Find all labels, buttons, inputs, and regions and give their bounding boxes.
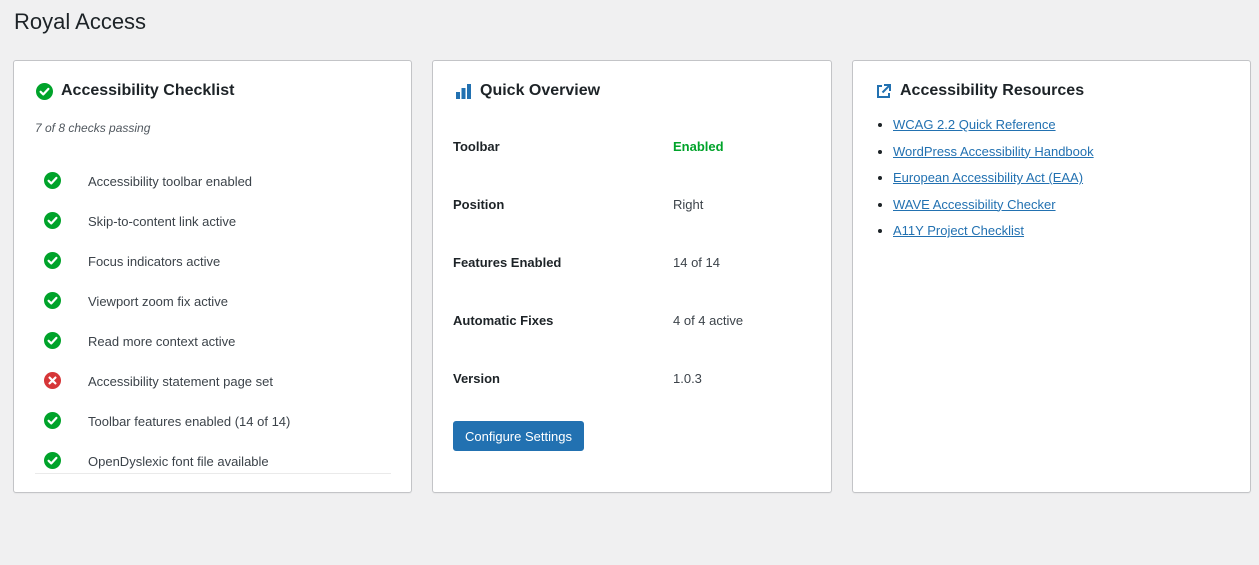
external-link-icon [875,83,892,100]
resource-list-item: WordPress Accessibility Handbook [893,144,1094,160]
checklist-item-label: Skip-to-content link active [88,213,237,229]
checklist-item: Toolbar features enabled (14 of 14) [14,401,411,441]
configure-settings-button[interactable]: Configure Settings [453,421,584,451]
checklist-item-label: OpenDyslexic font file available [88,453,269,469]
overview-row-key: Version [453,370,500,386]
overview-row-key: Position [453,196,505,212]
bar-chart-icon [455,83,472,100]
overview-row: Toolbar Enabled [453,117,793,175]
checklist-items: Accessibility toolbar enabled Skip-to-con… [14,161,411,481]
checklist-item-label: Viewport zoom fix active [88,293,228,309]
checklist-header: Accessibility Checklist [36,82,234,100]
resource-link[interactable]: WordPress Accessibility Handbook [893,144,1094,159]
overview-row-value: 4 of 4 active [673,312,744,328]
resource-list-item: European Accessibility Act (EAA) [893,170,1094,186]
overview-title: Quick Overview [480,82,601,99]
resources-list: WCAG 2.2 Quick Reference WordPress Access… [893,117,1094,250]
checklist-title: Accessibility Checklist [61,82,235,99]
accessibility-checklist-card: Accessibility Checklist 7 of 8 checks pa… [13,60,412,493]
resource-link[interactable]: A11Y Project Checklist [893,223,1024,238]
checklist-item: Accessibility statement page set [14,361,411,401]
check-circle-icon [44,212,61,229]
checklist-item-label: Toolbar features enabled (14 of 14) [88,413,291,429]
accessibility-resources-card: Accessibility Resources WCAG 2.2 Quick R… [852,60,1251,493]
checklist-item: Read more context active [14,321,411,361]
overview-row: Features Enabled 14 of 14 [453,233,793,291]
overview-row: Automatic Fixes 4 of 4 active [453,291,793,349]
overview-row-key: Automatic Fixes [453,312,554,328]
page-title: Royal Access [14,9,147,34]
check-circle-icon [36,82,53,100]
checklist-summary: 7 of 8 checks passing [35,121,151,135]
resources-title: Accessibility Resources [900,82,1085,99]
resource-link[interactable]: WAVE Accessibility Checker [893,197,1056,212]
checklist-item-label: Accessibility toolbar enabled [88,173,253,189]
quick-overview-card: Quick Overview Toolbar Enabled Position Rig… [432,60,832,493]
checklist-item-label: Read more context active [88,333,236,349]
check-circle-icon [44,172,61,189]
check-circle-icon [44,292,61,309]
overview-row-value: 14 of 14 [673,254,720,270]
overview-row-key: Features Enabled [453,254,562,270]
resource-list-item: WCAG 2.2 Quick Reference [893,117,1094,133]
checklist-divider [35,473,391,474]
resource-list-item: WAVE Accessibility Checker [893,197,1094,213]
resource-link[interactable]: WCAG 2.2 Quick Reference [893,117,1056,132]
checklist-item: Focus indicators active [14,241,411,281]
overview-row-value: Right [673,196,704,212]
check-circle-icon [44,252,61,269]
overview-table: Toolbar Enabled Position Right Features Enab… [453,117,793,407]
resources-header: Accessibility Resources [875,82,1084,100]
check-circle-icon [44,332,61,349]
error-circle-icon [44,372,61,389]
checklist-item-label: Focus indicators active [88,253,221,269]
overview-row: Version 1.0.3 [453,349,793,407]
checklist-item: Accessibility toolbar enabled [14,161,411,201]
overview-header: Quick Overview [455,82,600,100]
checklist-item-label: Accessibility statement page set [88,373,273,389]
overview-row-value: Enabled [673,138,724,154]
overview-row-value: 1.0.3 [673,370,702,386]
resource-link[interactable]: European Accessibility Act (EAA) [893,170,1083,185]
overview-row: Position Right [453,175,793,233]
check-circle-icon [44,452,61,469]
checklist-item: OpenDyslexic font file available [14,441,411,481]
checklist-item: Viewport zoom fix active [14,281,411,321]
resource-list-item: A11Y Project Checklist [893,223,1094,239]
overview-row-key: Toolbar [453,138,500,154]
check-circle-icon [44,412,61,429]
checklist-item: Skip-to-content link active [14,201,411,241]
